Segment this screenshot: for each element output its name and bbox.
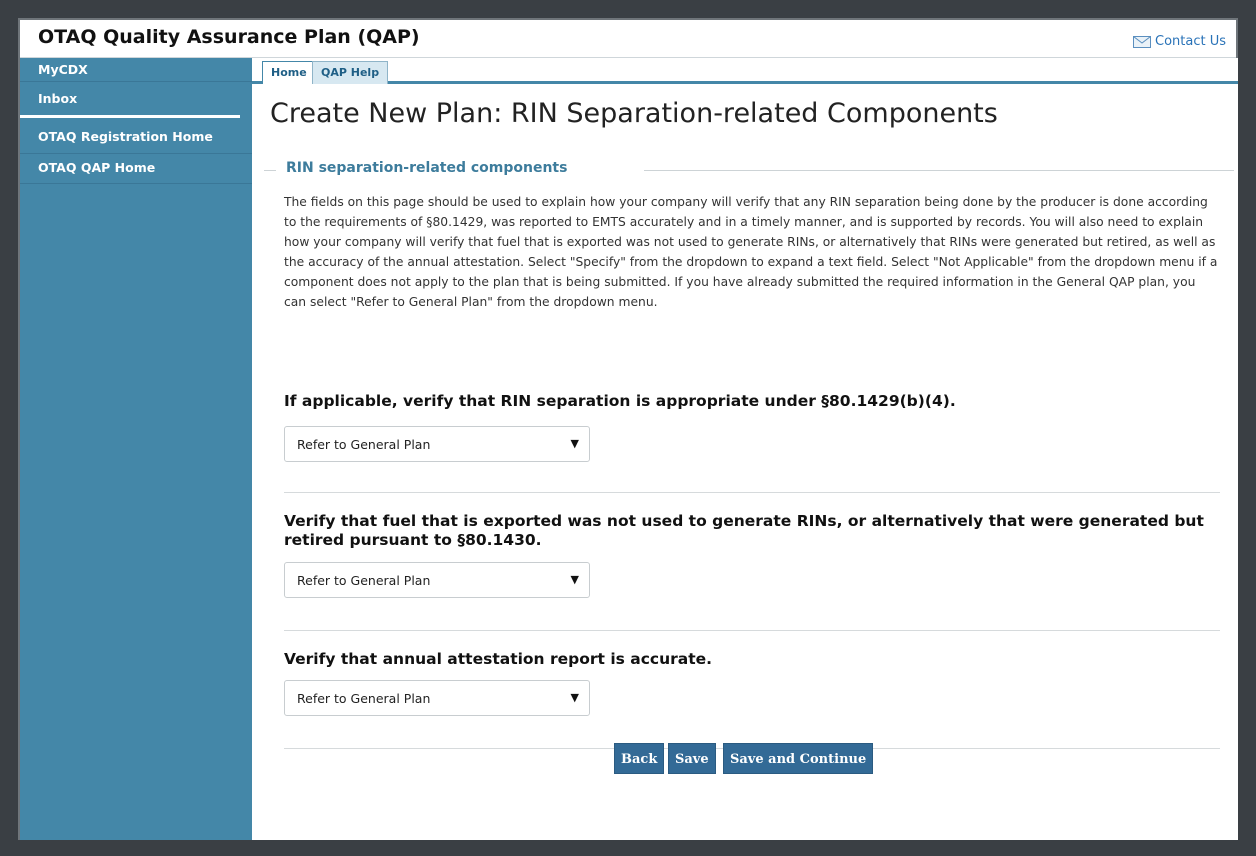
exported-fuel-select[interactable]: Refer to General Plan ▼ [284,562,590,598]
section-header: RIN separation-related components [264,160,1234,180]
sidebar-item-otaq-qap-home[interactable]: OTAQ QAP Home [20,154,252,184]
tab-bar: Home QAP Help [252,58,1238,85]
app-header: OTAQ Quality Assurance Plan (QAP) Contac… [20,20,1236,58]
save-button[interactable]: Save [668,743,716,774]
back-button[interactable]: Back [614,743,665,774]
sidebar-item-inbox[interactable]: Inbox [20,82,240,118]
question-annual-attestation: Verify that annual attestation report is… [284,650,713,668]
page-title: Create New Plan: RIN Separation-related … [270,98,998,129]
question-exported-fuel: Verify that fuel that is exported was no… [284,512,1204,549]
intro-text: The fields on this page should be used t… [284,195,1218,309]
section-divider [264,170,276,171]
section-divider [644,170,1234,171]
app-window: OTAQ Quality Assurance Plan (QAP) Contac… [18,18,1238,840]
question-rin-separation: If applicable, verify that RIN separatio… [284,392,956,410]
exported-fuel-select-value: Refer to General Plan [297,573,431,588]
annual-attestation-select-value: Refer to General Plan [297,691,431,706]
chevron-down-icon: ▼ [570,437,579,450]
section-title: RIN separation-related components [286,160,568,176]
tab-qap-help[interactable]: QAP Help [312,61,389,84]
sidebar-item-otaq-registration-home[interactable]: OTAQ Registration Home [20,118,252,154]
main-content: Create New Plan: RIN Separation-related … [252,84,1238,840]
divider [284,492,1220,493]
rin-separation-select-value: Refer to General Plan [297,437,431,452]
divider [284,630,1220,631]
tab-home[interactable]: Home [262,61,316,85]
chevron-down-icon: ▼ [570,691,579,704]
contact-us-label: Contact Us [1155,34,1226,49]
sidebar: MyCDX Inbox OTAQ Registration Home OTAQ … [20,58,252,840]
contact-us-link[interactable]: Contact Us [1133,34,1226,49]
annual-attestation-select[interactable]: Refer to General Plan ▼ [284,680,590,716]
save-and-continue-button[interactable]: Save and Continue [723,743,874,774]
rin-separation-select[interactable]: Refer to General Plan ▼ [284,426,590,462]
chevron-down-icon: ▼ [570,573,579,586]
sidebar-item-mycdx[interactable]: MyCDX [20,58,252,82]
app-title: OTAQ Quality Assurance Plan (QAP) [38,26,420,48]
mail-icon [1133,35,1151,48]
